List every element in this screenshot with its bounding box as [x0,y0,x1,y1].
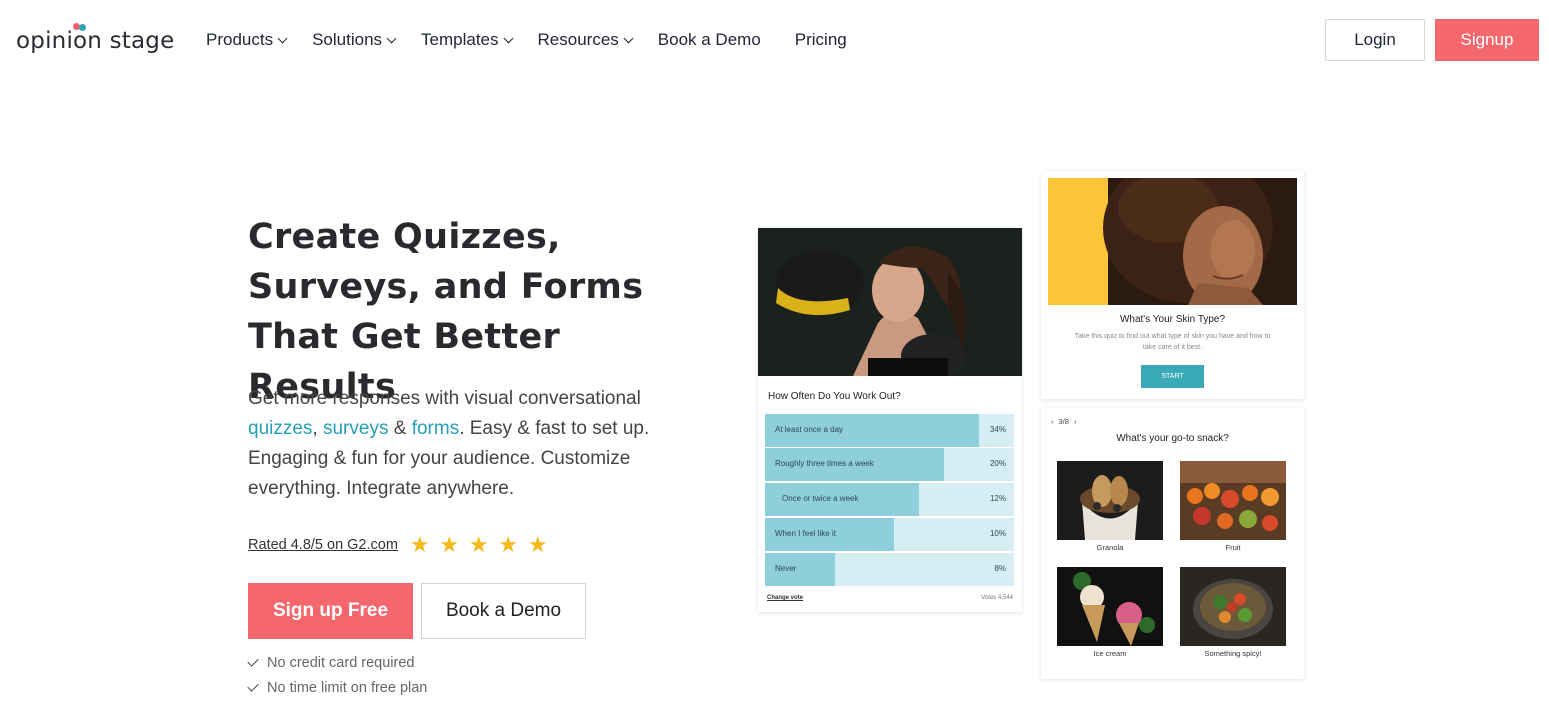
answer-label: Fruit [1225,543,1241,552]
question-counter: 3/8 [1058,417,1069,426]
skin-quiz-title: What's Your Skin Type? [1119,314,1226,325]
g2-rating-link[interactable]: Rated 4.8/5 on G2.com [248,537,398,553]
nav-solutions[interactable]: Solutions [312,28,397,52]
logo-text: opinion stage [16,28,175,54]
poll-option-label: Roughly three times a week [775,459,874,468]
rating-stars: ★ ★ ★ ★ ★ [410,534,558,556]
check-label: No time limit on free plan [267,679,428,696]
hero-desc-sep2: & [388,418,412,439]
chevron-right-icon[interactable]: › [1074,417,1077,426]
granola-photo [1057,461,1163,540]
nav-products-label: Products [206,30,274,49]
nav-products[interactable]: Products [206,28,288,52]
hero-title: Create Quizzes, Surveys, and Forms That … [248,217,644,407]
poll-option-label: Never [775,564,797,573]
poll-option[interactable]: When I feel like it 10% [765,518,1014,551]
nav-solutions-label: Solutions [312,30,383,49]
chevron-down-icon [623,33,634,44]
hero-description: Get more responses with visual conversat… [248,384,678,504]
login-button[interactable]: Login [1325,19,1425,61]
boxer-photo [758,228,1022,376]
poll-option-percent: 12% [989,494,1006,503]
poll-option[interactable]: At least once a day 34% [765,414,1014,447]
snack-question-card: ‹ 3/8 › What's your go-to snack? Granola [1041,408,1304,679]
question-pager: ‹ 3/8 › [1051,417,1076,426]
check-icon [247,679,259,692]
answer-label: Something spicy! [1204,649,1262,658]
check-item: No time limit on free plan [247,675,428,700]
skin-quiz-subtitle: Take this quiz to find out what type of … [1074,333,1271,351]
nav-templates[interactable]: Templates [421,28,513,52]
nav-pricing[interactable]: Pricing [795,28,847,52]
poll-option-percent: 34% [989,425,1006,434]
poll-option-label: Once or twice a week [782,494,859,503]
star-icon: ★ [409,532,430,557]
poll-option-percent: 8% [994,564,1006,573]
poll-preview-card: How Often Do You Work Out? At least once… [758,228,1022,612]
poll-option-label: When I feel like it [775,529,836,538]
answer-option[interactable]: Fruit [1180,461,1286,552]
star-icon: ★ [468,532,489,557]
chevron-down-icon [386,33,397,44]
poll-option[interactable]: Never 8% [765,553,1014,586]
poll-option-percent: 10% [989,529,1006,538]
logo[interactable]: opinion stage [16,22,174,56]
nav-book-demo[interactable]: Book a Demo [658,28,761,52]
chevron-down-icon [503,33,513,44]
votes-count: Votes 4,544 [981,595,1013,601]
poll-question: How Often Do You Work Out? [768,391,901,402]
star-icon: ★ [498,532,519,557]
site-header: opinion stage Products Solutions Templat… [0,0,1549,80]
sign-up-free-button[interactable]: Sign up Free [248,583,413,639]
change-vote-link[interactable]: Change vote [767,595,803,601]
feature-checklist: No credit card required No time limit on… [247,650,428,700]
check-item: No credit card required [247,650,427,675]
logo-dot-teal [79,24,86,31]
star-icon: ★ [527,532,548,557]
start-quiz-button[interactable]: START [1141,365,1204,388]
poll-option-label: At least once a day [775,425,844,434]
star-icon: ★ [439,532,460,557]
answer-option[interactable]: Granola [1057,461,1163,552]
check-icon [247,654,259,667]
snack-question-title: What's your go-to snack? [1116,433,1229,444]
nav-pricing-label: Pricing [794,30,847,49]
fruit-photo [1180,461,1286,540]
spicy-food-photo [1180,567,1286,646]
surveys-link[interactable]: surveys [323,418,388,439]
hero-desc-prefix: Get more responses with visual conversat… [248,388,641,409]
poll-option[interactable]: Roughly three times a week 20% [765,448,1014,481]
ice-cream-photo [1057,567,1163,646]
poll-option-percent: 20% [989,459,1006,468]
signup-button[interactable]: Signup [1435,19,1539,61]
answer-option[interactable]: Ice cream [1057,567,1163,658]
forms-link[interactable]: forms [412,418,460,439]
book-demo-button[interactable]: Book a Demo [421,583,586,639]
nav-resources[interactable]: Resources [537,28,634,52]
main-nav: Products Solutions Templates Resources B… [206,28,881,52]
chevron-left-icon[interactable]: ‹ [1051,417,1054,426]
chevron-down-icon [277,33,288,44]
nav-book-demo-label: Book a Demo [657,30,761,49]
nav-resources-label: Resources [537,30,619,49]
rating: Rated 4.8/5 on G2.com ★ ★ ★ ★ ★ [248,534,557,556]
poll-option[interactable]: Once or twice a week 12% [765,483,1014,516]
answer-label: Granola [1096,543,1124,552]
skin-quiz-card: What's Your Skin Type? Take this quiz to… [1041,171,1304,399]
check-label: No credit card required [267,654,415,671]
answer-label: Ice cream [1093,649,1127,658]
answer-option[interactable]: Something spicy! [1180,567,1286,658]
quizzes-link[interactable]: quizzes [248,418,312,439]
woman-portrait-photo [1048,178,1297,305]
nav-templates-label: Templates [421,30,499,49]
hero-desc-sep1: , [312,418,323,439]
